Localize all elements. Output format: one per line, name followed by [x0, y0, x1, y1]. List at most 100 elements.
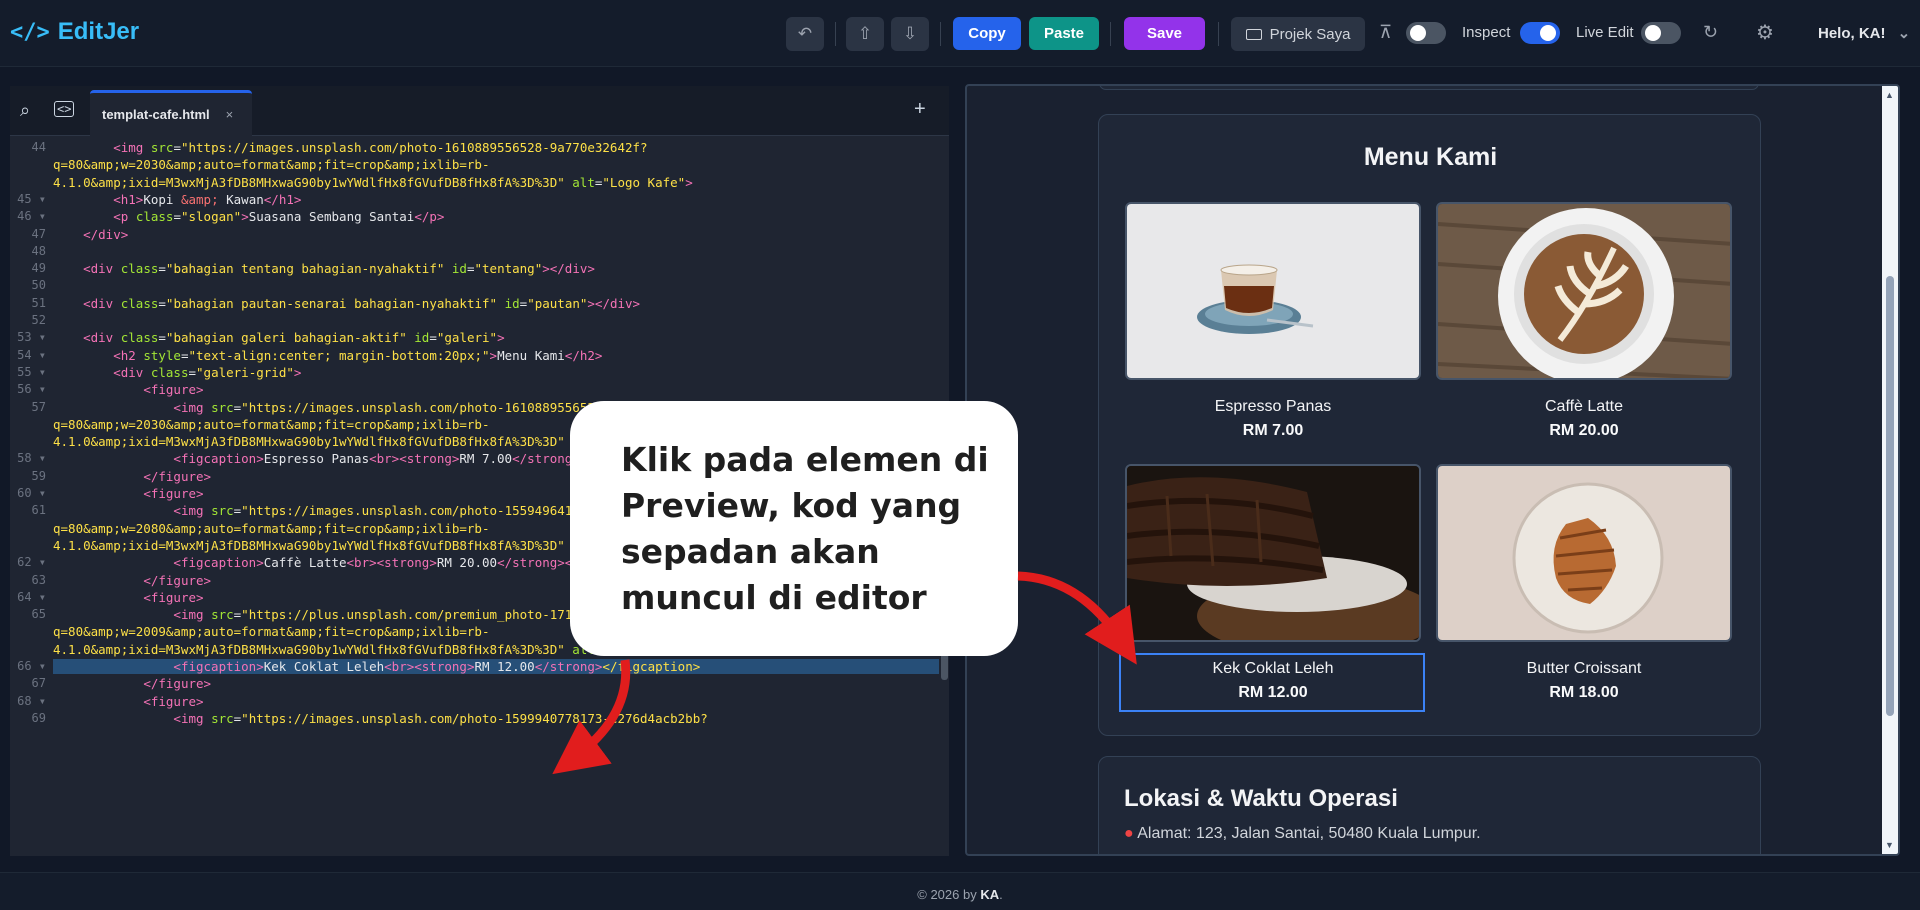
line-number: 63 [31, 572, 46, 587]
espresso-photo [1125, 202, 1421, 380]
my-projects-button[interactable]: Projek Saya [1231, 17, 1365, 51]
toolbar-divider [835, 22, 836, 46]
line-number: 54 ▾ [17, 347, 46, 362]
code-line[interactable]: <div class="bahagian galeri bahagian-akt… [53, 330, 505, 345]
code-line[interactable]: 4.1.0&amp;ixid=M3wxMjA3fDB8MHxwaG90by1wY… [53, 175, 693, 190]
undo-button[interactable]: ↶ [786, 17, 824, 51]
code-line[interactable]: </div> [53, 227, 128, 242]
code-view-icon[interactable]: <> [54, 101, 75, 117]
code-line[interactable]: <h2 style="text-align:center; margin-bot… [53, 348, 602, 363]
inspect-label: Inspect [1462, 24, 1511, 41]
scroll-up-icon[interactable]: ▲ [1885, 90, 1894, 100]
code-line[interactable]: q=80&amp;w=2030&amp;auto=format&amp;fit=… [53, 417, 490, 432]
refresh-icon[interactable]: ↻ [1703, 22, 1718, 43]
code-brackets-icon: </> [10, 19, 50, 45]
code-line[interactable]: 4.1.0&amp;ixid=M3wxMjA3fDB8MHxwaG90by1wY… [53, 538, 565, 553]
search-icon[interactable]: ⌕ [20, 100, 30, 121]
layout-icon: ⊼ [1379, 22, 1393, 42]
code-line-highlighted[interactable]: <figcaption>Kek Coklat Leleh<br><strong>… [53, 659, 939, 674]
tab-templat-cafe[interactable]: templat-cafe.html × [90, 90, 252, 136]
address-text: Alamat: 123, Jalan Santai, 50480 Kuala L… [1137, 825, 1481, 842]
menu-item-price: RM 18.00 [1549, 684, 1619, 701]
code-line[interactable]: </figure> [53, 573, 211, 588]
code-line[interactable]: </figure> [53, 676, 211, 691]
line-number: 46 ▾ [17, 209, 46, 224]
code-line[interactable]: <figure> [53, 382, 203, 397]
toolbar-divider [1110, 22, 1111, 46]
line-number: 57 [31, 399, 46, 414]
chocolate-cake-photo [1125, 464, 1421, 642]
code-line[interactable]: <div class="galeri-grid"> [53, 365, 301, 380]
live-edit-toggle[interactable] [1641, 22, 1681, 44]
menu-item[interactable]: Espresso Panas RM 7.00 [1125, 202, 1421, 440]
download-icon: ⇩ [902, 24, 918, 43]
line-number: 45 ▾ [17, 191, 46, 206]
settings-gear-icon[interactable]: ⚙ [1756, 20, 1774, 45]
add-tab-icon[interactable]: + [914, 98, 926, 121]
editor-tab-bar: ⌕ <> templat-cafe.html × + [10, 86, 949, 136]
save-button[interactable]: Save [1124, 17, 1205, 50]
layout-toggle[interactable] [1406, 22, 1446, 44]
preview-panel[interactable]: Menu Kami Espresso Panas RM 7.00 Caffè L… [965, 84, 1900, 856]
code-line[interactable]: <img src="https://images.unsplash.com/ph… [53, 140, 647, 155]
toolbar-divider [1218, 22, 1219, 46]
code-line[interactable]: 4.1.0&amp;ixid=M3wxMjA3fDB8MHxwaG90by1wY… [53, 434, 565, 449]
line-number: 50 [31, 278, 46, 293]
code-line[interactable]: q=80&amp;w=2009&amp;auto=format&amp;fit=… [53, 624, 490, 639]
code-line[interactable]: q=80&amp;w=2030&amp;auto=format&amp;fit=… [53, 157, 490, 172]
line-number: 69 [31, 710, 46, 725]
download-button[interactable]: ⇩ [891, 17, 929, 51]
code-line[interactable]: <h1>Kopi &amp; Kawan</h1> [53, 192, 301, 207]
line-number: 52 [31, 313, 46, 327]
menu-item-name: Caffè Latte [1545, 398, 1623, 415]
previous-section-card [1099, 86, 1759, 90]
line-number: 47 [31, 226, 46, 241]
croissant-photo [1436, 464, 1732, 642]
line-number: 49 [31, 261, 46, 276]
app-name: EditJer [57, 18, 140, 45]
code-line[interactable]: q=80&amp;w=2080&amp;auto=format&amp;fit=… [53, 521, 490, 536]
footer-suffix: . [999, 887, 1003, 902]
scrollbar-thumb[interactable] [1886, 276, 1894, 716]
line-number: 44 [31, 140, 46, 154]
line-number: 64 ▾ [17, 589, 46, 604]
code-line[interactable]: <figure> [53, 486, 203, 501]
code-line[interactable]: <p class="slogan">Suasana Sembang Santai… [53, 209, 444, 224]
line-number: 53 ▾ [17, 330, 46, 345]
code-line[interactable]: <figure> [53, 694, 203, 709]
inspect-toggle[interactable] [1520, 22, 1560, 44]
menu-section[interactable]: Menu Kami Espresso Panas RM 7.00 Caffè L… [1098, 114, 1761, 736]
line-number: 58 ▾ [17, 451, 46, 466]
line-number: 62 ▾ [17, 555, 46, 570]
location-title: Lokasi & Waktu Operasi [1124, 785, 1398, 812]
close-icon[interactable]: × [226, 107, 234, 122]
code-line[interactable]: </figure> [53, 469, 211, 484]
undo-icon: ↶ [797, 24, 813, 43]
folder-icon [1245, 28, 1262, 40]
location-section[interactable]: Lokasi & Waktu Operasi ● Alamat: 123, Ja… [1098, 756, 1761, 854]
user-menu[interactable]: Helo, KA! ⌄ [1818, 24, 1910, 42]
live-edit-label: Live Edit [1576, 24, 1634, 41]
app-logo[interactable]: </> EditJer [10, 18, 139, 46]
line-number: 65 [31, 607, 46, 622]
inspect-selection-outline [1119, 653, 1425, 712]
toggle-knob [1540, 25, 1556, 41]
menu-item-price: RM 7.00 [1242, 422, 1304, 439]
code-line[interactable]: <div class="bahagian pautan-senarai baha… [53, 296, 640, 311]
menu-title: Menu Kami [1363, 143, 1498, 171]
chevron-down-icon: ⌄ [1897, 25, 1911, 42]
upload-button[interactable]: ⇧ [846, 17, 884, 51]
menu-item[interactable]: Butter Croissant RM 18.00 [1436, 464, 1732, 702]
scroll-down-icon[interactable]: ▼ [1885, 840, 1894, 850]
paste-button[interactable]: Paste [1029, 17, 1099, 50]
menu-item[interactable]: Caffè Latte RM 20.00 [1436, 202, 1732, 440]
line-number: 66 ▾ [17, 659, 46, 673]
code-line[interactable]: <div class="bahagian tentang bahagian-ny… [53, 261, 595, 276]
line-number: 48 [31, 243, 46, 258]
menu-item-name: Espresso Panas [1214, 398, 1332, 415]
code-line[interactable]: <img src="https://images.unsplash.com/ph… [53, 711, 707, 726]
preview-scrollbar[interactable]: ▲ ▼ [1882, 86, 1898, 854]
copy-button[interactable]: Copy [953, 17, 1021, 50]
code-line[interactable]: <figure> [53, 590, 203, 605]
line-number: 67 [31, 676, 46, 691]
